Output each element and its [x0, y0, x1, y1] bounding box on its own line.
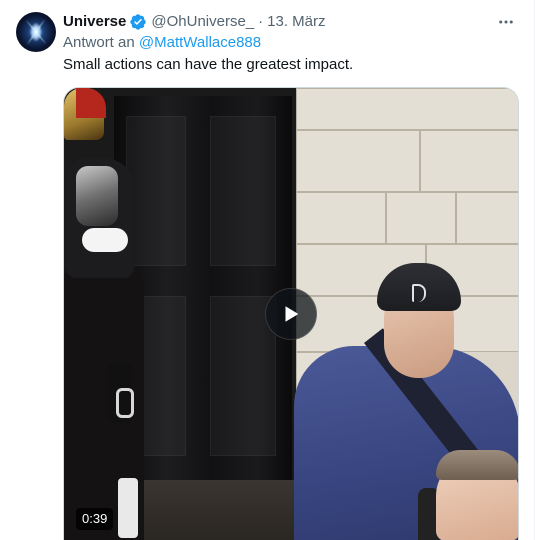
handle[interactable]: @OhUniverse_ [151, 12, 254, 32]
wall-brick [296, 192, 386, 244]
display-name[interactable]: Universe [63, 12, 126, 32]
stirrup [116, 388, 134, 418]
guard-glove [82, 228, 128, 252]
verified-badge-icon[interactable] [129, 13, 147, 31]
wall-brick [420, 130, 518, 192]
wall-brick [386, 192, 456, 244]
separator: · [258, 13, 264, 30]
wall-brick [296, 130, 420, 192]
avatar-star [30, 22, 42, 42]
door-panel [126, 116, 186, 266]
wall-brick [296, 88, 518, 130]
guard-cuirass [76, 166, 118, 226]
horse-leg [118, 478, 138, 538]
video-duration: 0:39 [76, 508, 114, 530]
timestamp[interactable]: 13. März [267, 12, 325, 32]
child-hair [436, 450, 518, 480]
play-button[interactable] [265, 288, 317, 340]
reply-prefix: Antwort an [63, 34, 135, 51]
door-panel [210, 116, 276, 266]
tweet[interactable]: Universe @OhUniverse_ · 13. März Antwort… [0, 0, 535, 540]
video-player[interactable]: 0:39 [63, 87, 519, 540]
tweet-text: Small actions can have the greatest impa… [63, 56, 354, 73]
wall-brick [456, 192, 518, 244]
avatar[interactable] [16, 12, 56, 52]
reply-context: Antwort an @MattWallace888 [63, 33, 261, 53]
play-icon [285, 306, 299, 322]
cap-logo [412, 284, 426, 302]
more-options-icon[interactable] [496, 12, 516, 32]
more-icon [499, 20, 513, 24]
tweet-header: Universe @OhUniverse_ · 13. März [63, 12, 326, 32]
reply-mention-link[interactable]: @MattWallace888 [139, 34, 261, 51]
